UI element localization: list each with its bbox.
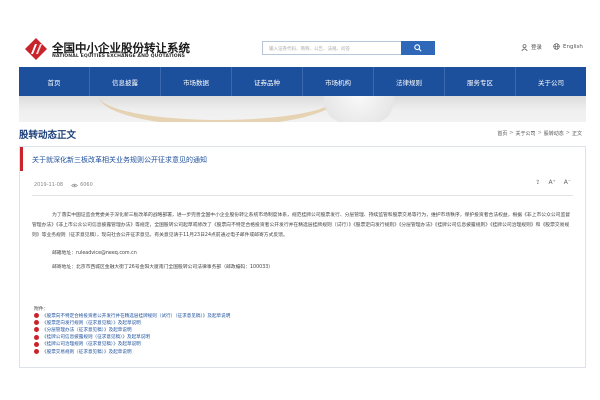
nav-item-about[interactable]: 关于公司	[516, 67, 586, 96]
breadcrumb-separator: >	[565, 130, 570, 136]
attachments-list: 《股票向不特定合格投资者公开发行并在精选层挂牌规则（试行）（征求意见稿）》及起草…	[34, 312, 230, 355]
attachments-label: 附件：	[34, 307, 49, 312]
neeq-logo-icon[interactable]	[25, 38, 47, 60]
attachment-link[interactable]: 《股票定向发行规则（征求意见稿）》及起草说明	[34, 319, 230, 326]
share-icon[interactable]: ⇪	[535, 179, 540, 186]
globe-icon	[553, 43, 560, 50]
article-card: 关于就深化新三板改革相关业务规则公开征求意见的通知 2019-11-08 606…	[19, 146, 586, 368]
site-header: 全国中小企业股份转让系统 NATIONAL EQUITIES EXCHANGE …	[0, 0, 600, 67]
attachment-link[interactable]: 《挂牌公司信息披露规则（征求意见稿）》及起草说明	[34, 334, 230, 341]
article-meta: 2019-11-08 6060	[32, 182, 93, 188]
attachment-link[interactable]: 《挂牌公司治理规则（征求意见稿）》及起草说明	[34, 341, 230, 348]
nav-item-home[interactable]: 首页	[19, 67, 90, 96]
section-header: 股转动态正文 首页 > 关于公司 > 股转动态 > 正文	[19, 122, 586, 142]
article-date-value: 2019-11-08	[34, 182, 64, 188]
login-label: 登录	[531, 45, 543, 51]
title-accent-bar	[20, 147, 23, 171]
email-line: 邮箱地址：ruleadvice@neeq.com.cn	[52, 251, 137, 256]
meta-divider	[32, 195, 573, 196]
nav-item-services[interactable]: 服务专区	[445, 67, 516, 96]
attachment-label: 《股票向不特定合格投资者公开发行并在精选层挂牌规则（试行）（征求意见稿）》及起草…	[42, 313, 231, 319]
attachment-label: 《股票交易规则（征求意见稿）》及起草说明	[42, 349, 132, 355]
nav-item-market-data[interactable]: 市场数据	[161, 67, 232, 96]
breadcrumb-news[interactable]: 股转动态	[544, 130, 564, 137]
search-icon	[414, 44, 422, 52]
attachment-icon	[34, 341, 39, 347]
nav-item-rules[interactable]: 法律规则	[374, 67, 445, 96]
nav-item-securities[interactable]: 证券品种	[232, 67, 303, 96]
breadcrumb-separator: >	[537, 130, 542, 136]
attachment-icon	[34, 349, 39, 355]
article-tools: ⇪ A⁺ A⁻	[535, 179, 571, 186]
breadcrumb-home[interactable]: 首页	[497, 130, 507, 137]
breadcrumb-about[interactable]: 关于公司	[516, 130, 536, 137]
breadcrumb-separator: >	[509, 130, 514, 136]
attachment-link[interactable]: 《股票交易规则（征求意见稿）》及起草说明	[34, 348, 230, 355]
search-button[interactable]	[401, 41, 435, 55]
mail-line: 邮寄地址：北京市西城区金融大街丁26号金阳大厦南门全国股转公司法律事务部（邮政编…	[52, 265, 274, 270]
logo-title-en: NATIONAL EQUITIES EXCHANGE AND QUOTATION…	[52, 54, 186, 59]
attachment-icon	[34, 334, 39, 340]
attachment-icon	[34, 320, 39, 326]
login-link[interactable]: 登录	[521, 43, 542, 51]
article-title: 关于就深化新三板改革相关业务规则公开征求意见的通知	[32, 156, 207, 164]
article-body: 为了落实中国证监会党委关于深化新三板改革的战略部署，进一步完善全国中小企业股份转…	[32, 211, 572, 273]
attachment-label: 《股票定向发行规则（征求意见稿）》及起草说明	[42, 320, 141, 326]
attachment-label: 《挂牌公司治理规则（征求意见稿）》及起草说明	[42, 342, 141, 348]
breadcrumb: 首页 > 关于公司 > 股转动态 > 正文	[497, 130, 582, 137]
article-paragraph: 为了落实中国证监会党委关于深化新三板改革的战略部署，进一步完善全国中小企业股份转…	[32, 213, 571, 238]
attachment-link[interactable]: 《股票向不特定合格投资者公开发行并在精选层挂牌规则（试行）（征求意见稿）》及起草…	[34, 312, 230, 319]
attachment-icon	[34, 313, 39, 319]
article-views: 6060	[71, 182, 93, 188]
attachment-link[interactable]: 《分层管理办法（征求意见稿）》及起草说明	[34, 326, 230, 333]
article-date: 2019-11-08	[32, 182, 63, 188]
english-label: English	[563, 43, 583, 50]
english-link[interactable]: English	[553, 43, 583, 50]
attachment-label: 《分层管理办法（征求意见稿）》及起草说明	[42, 327, 132, 333]
font-decrease-button[interactable]: A⁻	[564, 179, 571, 186]
nav-item-disclosure[interactable]: 信息披露	[90, 67, 161, 96]
attachment-icon	[34, 327, 39, 333]
search-input[interactable]: 输入证券代码、简称、公告、法规、问答	[262, 41, 402, 55]
eye-icon	[71, 183, 78, 187]
main-nav: 首页 信息披露 市场数据 证券品种 市场机构 法律规则 服务专区 关于公司	[19, 67, 586, 96]
article-views-value: 6060	[80, 182, 93, 188]
nav-item-institutions[interactable]: 市场机构	[303, 67, 374, 96]
breadcrumb-current: 正文	[571, 131, 582, 137]
user-icon	[521, 43, 528, 51]
section-title: 股转动态正文	[19, 130, 77, 141]
attachment-label: 《挂牌公司信息披露规则（征求意见稿）》及起草说明	[42, 335, 150, 341]
font-increase-button[interactable]: A⁺	[548, 179, 555, 186]
